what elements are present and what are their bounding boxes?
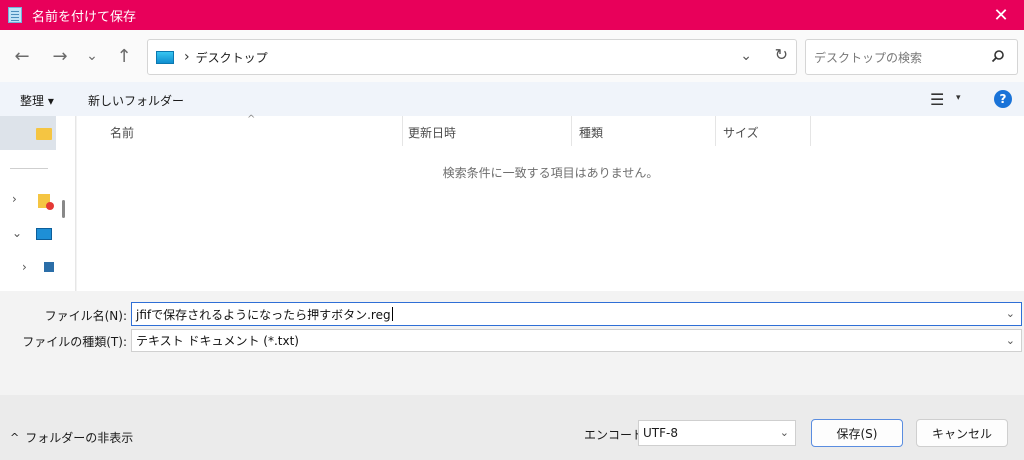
dialog-footer: ^ フォルダーの非表示 エンコード: UTF-8 ⌄ 保存(S) キャンセル — [0, 395, 1024, 460]
breadcrumb-desktop[interactable]: デスクトップ — [196, 49, 268, 66]
sort-ascending-icon: ^ — [247, 114, 256, 125]
new-folder-button[interactable]: 新しいフォルダー — [88, 92, 184, 109]
text-caret — [391, 307, 393, 321]
search-input[interactable]: デスクトップの検索 — [805, 39, 1018, 75]
file-list: ^ 名前 更新日時 種類 サイズ 検索条件に一致する項目はありません。 — [77, 114, 1024, 291]
filename-input[interactable]: jfifで保存されるようになったら押すボタン.reg ⌄ — [131, 302, 1022, 326]
network-folder-icon[interactable] — [38, 194, 54, 210]
organize-button[interactable]: 整理 ▾ — [20, 92, 54, 109]
filename-value: jfifで保存されるようになったら押すボタン.reg — [136, 307, 391, 322]
filetype-select[interactable]: テキスト ドキュメント (*.txt) ⌄ — [131, 329, 1022, 352]
save-button[interactable]: 保存(S) — [811, 419, 903, 447]
filetype-value: テキスト ドキュメント (*.txt) — [136, 334, 299, 348]
chevron-up-icon: ^ — [10, 431, 20, 444]
up-button[interactable]: ↑ — [112, 44, 136, 68]
filename-dropdown-icon[interactable]: ⌄ — [1006, 307, 1015, 320]
collapse-pc-chevron-icon[interactable]: ⌄ — [12, 226, 22, 240]
desktop-folder-icon — [156, 50, 174, 64]
column-header-type[interactable]: 種類 — [579, 124, 603, 141]
recent-locations-button[interactable]: ⌄ — [80, 44, 104, 68]
hide-folders-label: フォルダーの非表示 — [25, 431, 134, 445]
save-form: ファイル名(N): jfifで保存されるようになったら押すボタン.reg ⌄ フ… — [0, 291, 1024, 460]
navigation-pane: › ⌄ › — [0, 116, 76, 291]
help-icon[interactable]: ? — [994, 90, 1012, 108]
filename-label: ファイル名(N): — [44, 309, 127, 323]
refresh-button[interactable]: ↻ — [775, 45, 788, 64]
folder-icon — [36, 128, 52, 140]
sidebar-divider — [10, 168, 48, 169]
navigation-bar: ← → ⌄ ↑ › デスクトップ ⌄ ↻ デスクトップの検索 — [0, 30, 1024, 82]
encoding-value: UTF-8 — [643, 426, 678, 440]
address-dropdown-button[interactable]: ⌄ — [740, 48, 752, 64]
forward-button[interactable]: → — [48, 44, 72, 68]
notepad-icon — [8, 7, 22, 23]
hide-folders-button[interactable]: ^ フォルダーの非表示 — [10, 429, 133, 446]
expand-network-chevron-icon[interactable]: › — [12, 192, 17, 206]
column-header-modified[interactable]: 更新日時 — [408, 124, 456, 141]
search-icon[interactable] — [991, 49, 1005, 63]
encoding-select[interactable]: UTF-8 ⌄ — [638, 420, 796, 446]
view-list-icon[interactable]: ☰ — [930, 90, 944, 109]
back-button[interactable]: ← — [10, 44, 34, 68]
column-header-name[interactable]: 名前 — [110, 124, 134, 141]
drive-icon[interactable] — [44, 262, 54, 272]
view-dropdown-icon[interactable]: ▾ — [956, 93, 961, 103]
filetype-label: ファイルの種類(T): — [22, 335, 127, 349]
title-bar: 名前を付けて保存 ✕ — [0, 0, 1024, 30]
search-placeholder: デスクトップの検索 — [814, 50, 923, 65]
close-button[interactable]: ✕ — [978, 0, 1024, 30]
empty-message: 検索条件に一致する項目はありません。 — [442, 166, 659, 180]
breadcrumb-separator-icon: › — [184, 49, 190, 65]
window-title: 名前を付けて保存 — [32, 9, 137, 25]
column-separator[interactable] — [810, 116, 811, 146]
encoding-dropdown-icon[interactable]: ⌄ — [780, 426, 789, 439]
address-bar[interactable]: › デスクトップ ⌄ ↻ — [147, 39, 797, 75]
column-separator[interactable] — [402, 116, 403, 146]
pc-icon[interactable] — [36, 228, 52, 240]
cancel-button[interactable]: キャンセル — [916, 419, 1008, 447]
column-header-size[interactable]: サイズ — [723, 124, 759, 141]
column-separator[interactable] — [571, 116, 572, 146]
column-separator[interactable] — [715, 116, 716, 146]
command-toolbar: 整理 ▾ 新しいフォルダー ☰ ▾ ? — [0, 82, 1024, 116]
sidebar-scrollbar[interactable] — [62, 200, 65, 218]
filetype-dropdown-icon[interactable]: ⌄ — [1006, 334, 1015, 347]
expand-drive-chevron-icon[interactable]: › — [22, 260, 27, 274]
